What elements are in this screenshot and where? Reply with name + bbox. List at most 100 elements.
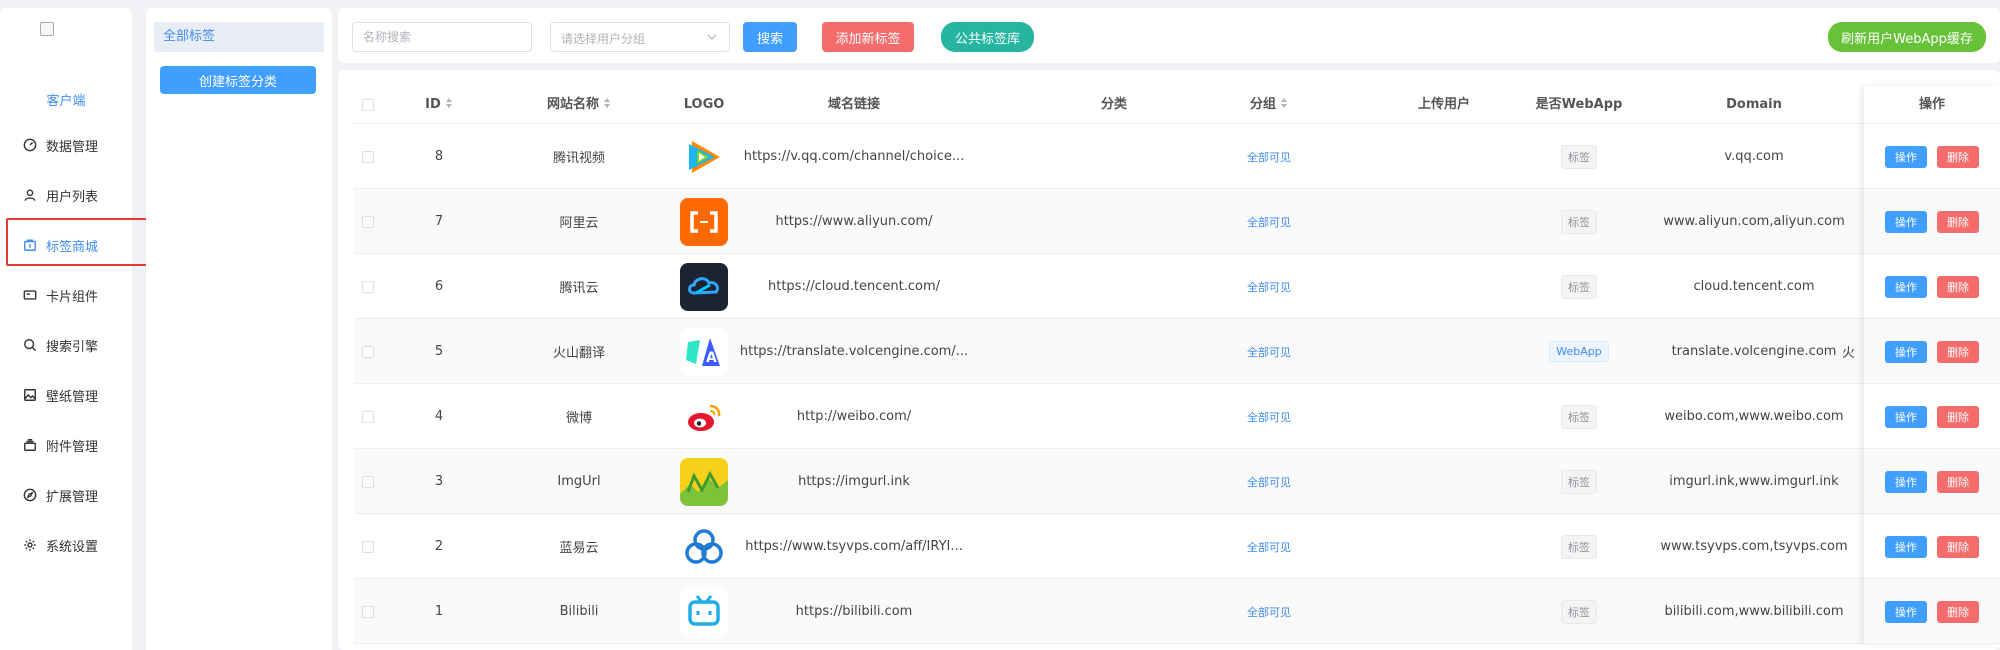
- group-select[interactable]: 请选择用户分组: [550, 22, 730, 52]
- gauge-icon: [22, 137, 38, 153]
- cell-webapp: 标签: [1479, 514, 1679, 579]
- row-checkbox[interactable]: [362, 150, 374, 163]
- edit-button[interactable]: 操作: [1885, 275, 1927, 298]
- cell-webapp: 标签: [1479, 384, 1679, 449]
- cell-site-name: 腾讯视频: [552, 151, 605, 166]
- delete-button[interactable]: 删除: [1937, 275, 1979, 298]
- sidebar-item-2[interactable]: 标签商城: [0, 218, 159, 270]
- cell-id: 3: [434, 474, 444, 489]
- refresh-webapp-cache-button[interactable]: 刷新用户WebApp缓存: [1828, 22, 1986, 52]
- cell-group: 全部可见: [1144, 254, 1394, 319]
- delete-button[interactable]: 删除: [1937, 145, 1979, 168]
- create-category-button[interactable]: 创建标签分类: [160, 66, 316, 94]
- image-icon: [22, 387, 38, 403]
- cell-id: 7: [434, 214, 444, 229]
- group-link[interactable]: 全部可见: [1247, 149, 1291, 165]
- sidebar-item-label: 标签商城: [46, 239, 99, 255]
- sidebar: 客户端 数据管理 用户列表标签商城卡片组件 搜索引擎 壁纸管理 附件管理 扩展管理 系统设置: [0, 8, 159, 650]
- name-search-input[interactable]: [352, 22, 532, 52]
- group-link[interactable]: 全部可见: [1247, 214, 1291, 230]
- search-button[interactable]: 搜索: [743, 22, 797, 52]
- delete-button[interactable]: 删除: [1937, 405, 1979, 428]
- cell-domain: translate.volcengine.com: [1671, 344, 1837, 359]
- group-link[interactable]: 全部可见: [1247, 604, 1291, 620]
- edit-button[interactable]: 操作: [1885, 340, 1927, 363]
- header-checkbox-cell: [354, 86, 382, 124]
- broken-logo-image: [40, 22, 66, 48]
- broken-image-icon: [40, 22, 54, 36]
- header-id-label: ID: [425, 97, 441, 112]
- group-link[interactable]: 全部可见: [1247, 344, 1291, 360]
- table-row: 6 腾讯云 https://cloud.tencent.com/全部可见 标签 clou…: [354, 254, 2000, 319]
- cell-webapp: 标签: [1479, 254, 1679, 319]
- header-id[interactable]: ID: [394, 86, 484, 124]
- delete-button[interactable]: 删除: [1937, 470, 1979, 493]
- cell-group: 全部可见: [1144, 384, 1394, 449]
- category-panel: 全部标签 创建标签分类: [146, 8, 332, 650]
- cell-group: 全部可见: [1144, 189, 1394, 254]
- header-site-name[interactable]: 网站名称: [504, 86, 654, 124]
- delete-button[interactable]: 删除: [1937, 535, 1979, 558]
- cell-domain: weibo.com,www.weibo.com: [1664, 409, 1844, 424]
- sidebar-item-5[interactable]: 壁纸管理: [0, 370, 132, 420]
- sidebar-item-3[interactable]: 卡片组件: [0, 270, 132, 320]
- category-all[interactable]: 全部标签: [154, 22, 324, 52]
- edit-button[interactable]: 操作: [1885, 405, 1927, 428]
- imgurl-logo-icon: [680, 457, 728, 506]
- cell-url: https://cloud.tencent.com/: [767, 279, 941, 294]
- bilibili-logo-icon: [680, 587, 728, 636]
- tags-table: ID 网站名称 LOGO 域名链接 分类 分组 上传用户 是否WebApp Do…: [354, 86, 2000, 644]
- group-link[interactable]: 全部可见: [1247, 474, 1291, 490]
- sidebar-item-8[interactable]: 系统设置: [0, 520, 132, 570]
- row-checkbox[interactable]: [362, 345, 374, 358]
- toolbar: 请选择用户分组 搜索 添加新标签 公共标签库 刷新用户WebApp缓存: [338, 8, 2000, 63]
- cell-logo: [654, 384, 754, 449]
- delete-button[interactable]: 删除: [1937, 210, 1979, 233]
- cell-overflow-text: 火: [1842, 346, 1856, 361]
- brand-label[interactable]: 客户端: [0, 90, 132, 109]
- edit-button[interactable]: 操作: [1885, 470, 1927, 493]
- header-webapp: 是否WebApp: [1535, 97, 1623, 112]
- cell-url: https://imgurl.ink: [798, 474, 910, 489]
- attachment-icon: [22, 437, 38, 453]
- row-checkbox[interactable]: [362, 215, 374, 228]
- svg-text:A: A: [706, 350, 717, 366]
- sidebar-item-4[interactable]: 搜索引擎: [0, 320, 132, 370]
- sidebar-item-7[interactable]: 扩展管理: [0, 470, 132, 520]
- header-logo: LOGO: [683, 97, 725, 112]
- cell-actions: 操作 删除: [1864, 124, 2000, 189]
- sidebar-item-1[interactable]: 用户列表: [0, 170, 132, 220]
- edit-button[interactable]: 操作: [1885, 535, 1927, 558]
- row-checkbox[interactable]: [362, 475, 374, 488]
- sidebar-item-0[interactable]: 数据管理: [0, 120, 132, 170]
- row-checkbox[interactable]: [362, 540, 374, 553]
- cell-id: 2: [434, 539, 444, 554]
- compass-icon: [22, 487, 38, 503]
- cell-actions: 操作 删除: [1864, 319, 2000, 384]
- add-tag-button[interactable]: 添加新标签: [822, 22, 914, 52]
- sidebar-menu: 数据管理 用户列表标签商城卡片组件 搜索引擎 壁纸管理 附件管理 扩展管理 系统设置: [0, 120, 159, 570]
- webapp-badge: 标签: [1561, 534, 1597, 559]
- select-all-checkbox[interactable]: [362, 99, 374, 111]
- public-tag-library-button[interactable]: 公共标签库: [941, 22, 1034, 52]
- row-checkbox-cell: [354, 384, 382, 449]
- card-icon: [22, 287, 38, 303]
- edit-button[interactable]: 操作: [1885, 600, 1927, 623]
- delete-button[interactable]: 删除: [1937, 340, 1979, 363]
- cell-domain: v.qq.com: [1724, 149, 1784, 164]
- row-checkbox-cell: [354, 514, 382, 579]
- group-link[interactable]: 全部可见: [1247, 539, 1291, 555]
- edit-button[interactable]: 操作: [1885, 145, 1927, 168]
- webapp-badge: 标签: [1561, 274, 1597, 299]
- sidebar-item-6[interactable]: 附件管理: [0, 420, 132, 470]
- edit-button[interactable]: 操作: [1885, 210, 1927, 233]
- cell-site-name: 火山翻译: [552, 346, 605, 361]
- row-checkbox[interactable]: [362, 605, 374, 618]
- header-site-name-label: 网站名称: [546, 97, 599, 112]
- cell-logo: [654, 579, 754, 644]
- group-link[interactable]: 全部可见: [1247, 279, 1291, 295]
- row-checkbox[interactable]: [362, 280, 374, 293]
- group-link[interactable]: 全部可见: [1247, 409, 1291, 425]
- row-checkbox[interactable]: [362, 410, 374, 423]
- delete-button[interactable]: 删除: [1937, 600, 1979, 623]
